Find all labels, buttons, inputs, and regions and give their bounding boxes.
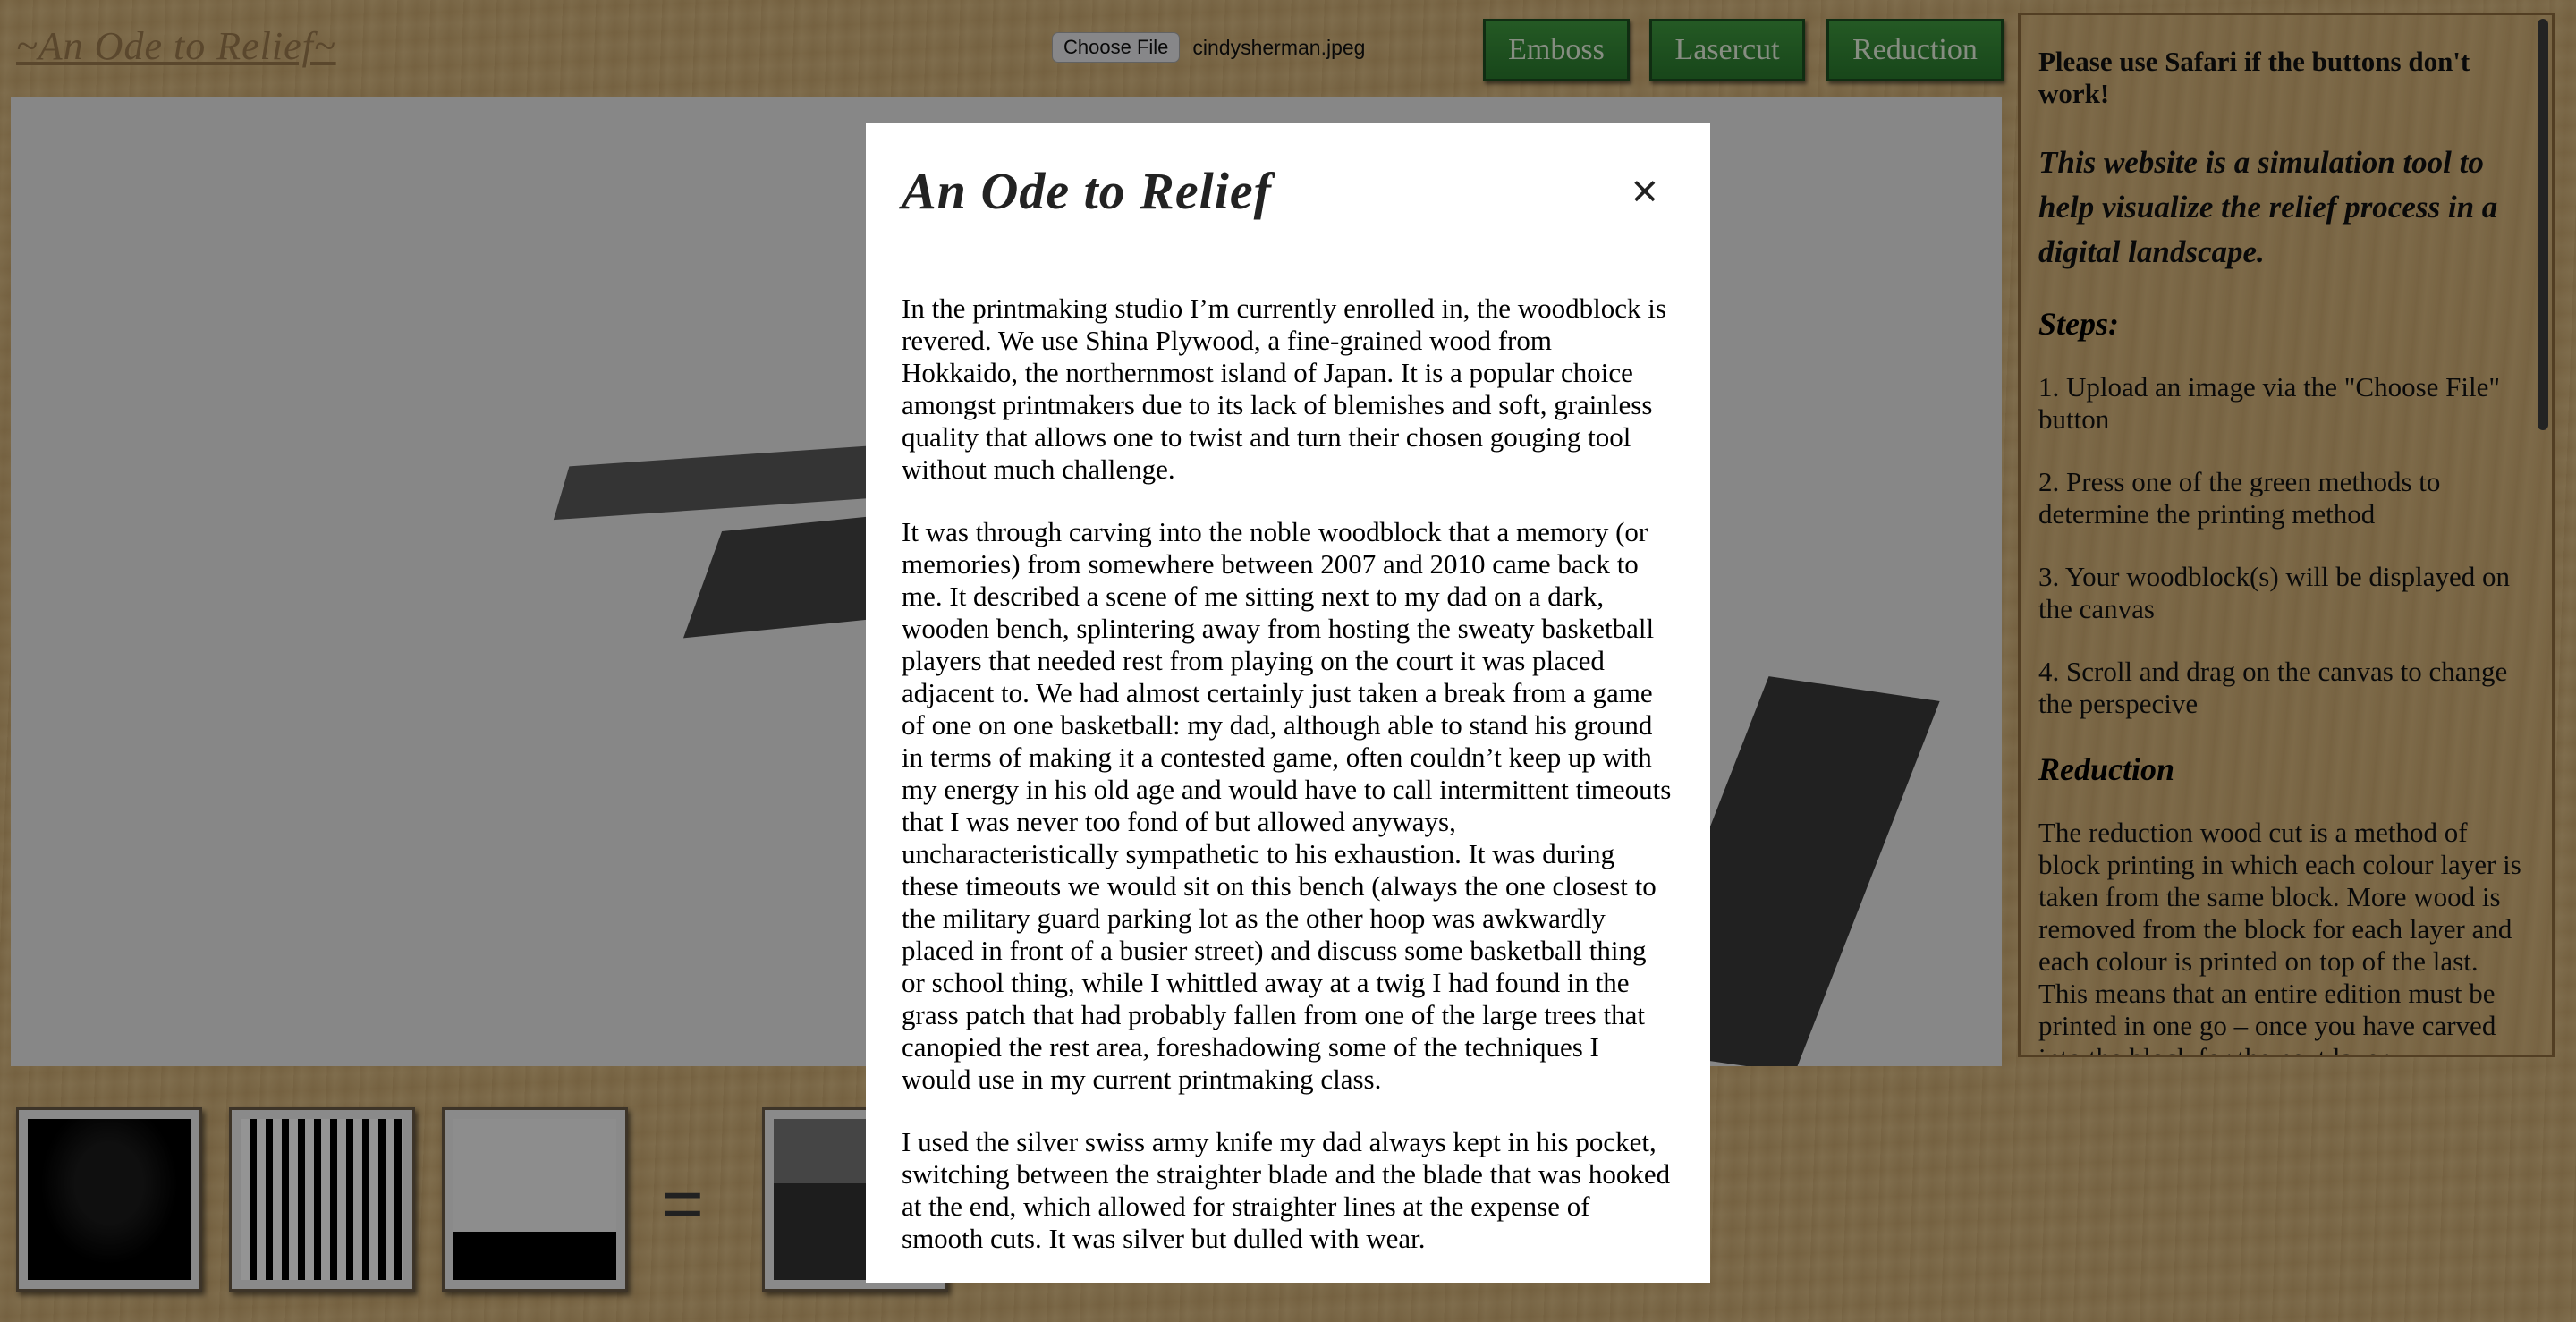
modal-title: An Ode to Relief	[902, 162, 1272, 220]
close-icon[interactable]: ×	[1631, 165, 1658, 218]
modal-paragraph: It was through carving into the noble wo…	[902, 516, 1672, 1095]
modal-paragraph: I used the silver swiss army knife my da…	[902, 1126, 1671, 1254]
about-modal[interactable]: An Ode to Relief × In the printmaking st…	[866, 123, 1710, 1283]
modal-body[interactable]: In the printmaking studio I’m currently …	[902, 292, 1674, 1255]
modal-paragraph: In the printmaking studio I’m currently …	[902, 292, 1666, 485]
